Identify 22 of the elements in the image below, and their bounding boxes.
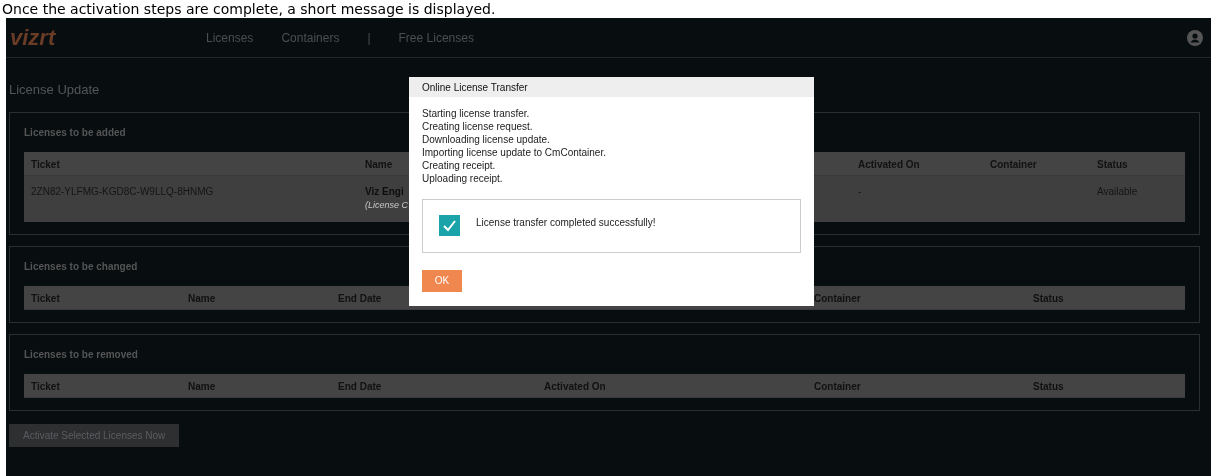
step-text: Creating license request. — [422, 120, 533, 133]
section-title: Licenses to be added — [24, 125, 126, 140]
step-text: Uploading receipt. — [422, 172, 503, 185]
result-message: License transfer completed successfully! — [476, 216, 656, 230]
nav-link[interactable]: Containers — [281, 28, 340, 47]
step-text: Downloading license update. — [422, 133, 550, 146]
page-title: License Update — [9, 81, 100, 99]
user-icon[interactable] — [1187, 29, 1203, 46]
step-text: Starting license transfer. — [422, 107, 530, 120]
nav-link[interactable]: Licenses — [206, 28, 254, 47]
section-title: Licenses to be removed — [24, 347, 138, 362]
ok-button[interactable]: OK — [422, 269, 462, 292]
nav-separator: | — [367, 29, 371, 47]
logo: vizrt — [10, 26, 56, 49]
nav-link[interactable]: Free Licenses — [398, 28, 474, 47]
step-text: Creating receipt. — [422, 159, 496, 172]
table-cell-subtext: (License C — [365, 198, 409, 212]
caption-text: Once the activation steps are complete, a short message is displayed. — [2, 1, 496, 18]
section-title: Licenses to be changed — [24, 259, 138, 274]
dialog-title: Online License Transfer — [409, 77, 814, 97]
table-cell-text: - — [858, 184, 862, 199]
step-text: Importing license update to CmContainer. — [422, 146, 606, 159]
